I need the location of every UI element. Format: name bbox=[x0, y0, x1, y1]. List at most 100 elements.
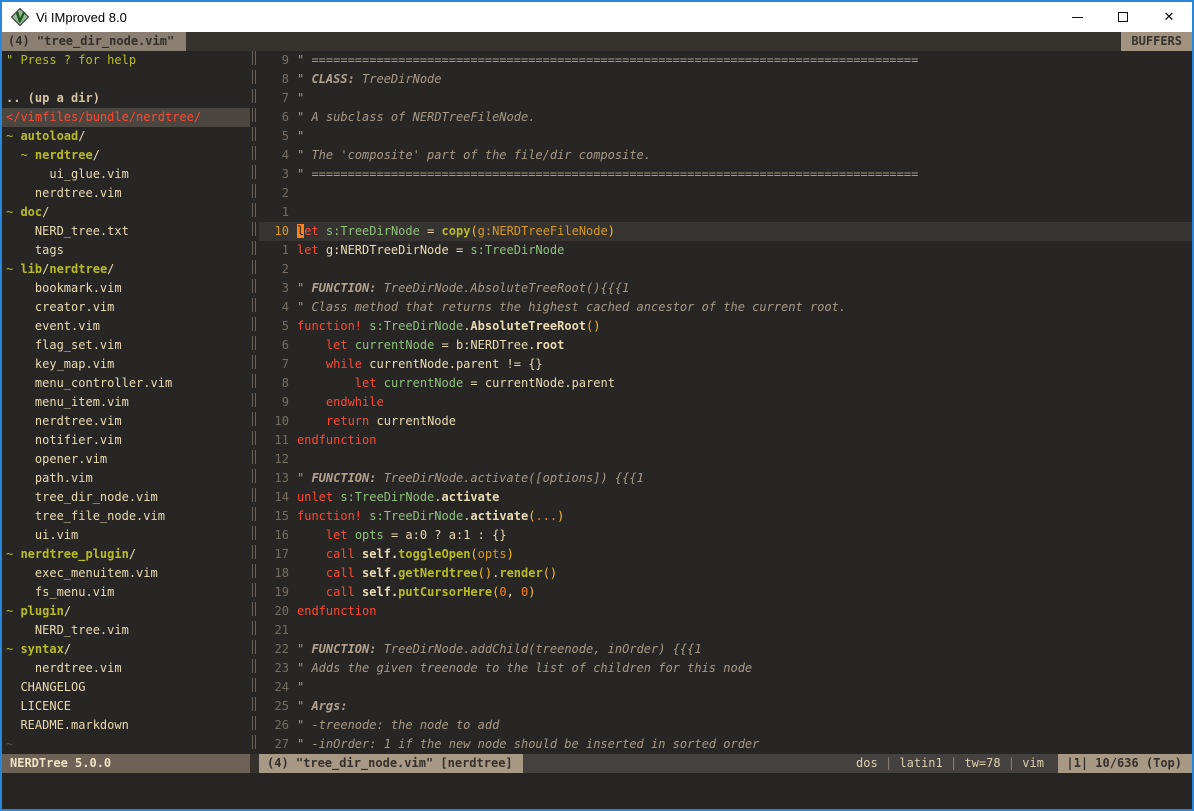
tree-item[interactable]: key_map.vim bbox=[2, 355, 250, 374]
code-line-current[interactable]: 10let s:TreeDirNode = copy(g:NERDTreeFil… bbox=[259, 222, 1192, 241]
nerdtree-sidebar[interactable]: " Press ? for help .. (up a dir)</vimfile… bbox=[2, 51, 250, 754]
code-line[interactable]: 10 return currentNode bbox=[259, 412, 1192, 431]
minimize-button[interactable] bbox=[1054, 2, 1100, 32]
code-line[interactable]: 3" =====================================… bbox=[259, 165, 1192, 184]
line-number: 7 bbox=[259, 355, 289, 374]
tree-item[interactable]: ~ autoload/ bbox=[2, 127, 250, 146]
code-line[interactable]: 7" bbox=[259, 89, 1192, 108]
code-line[interactable]: 2 bbox=[259, 260, 1192, 279]
tree-item[interactable]: flag_set.vim bbox=[2, 336, 250, 355]
command-line-area[interactable] bbox=[2, 773, 1192, 809]
code-text: function! s:TreeDirNode.AbsoluteTreeRoot… bbox=[289, 317, 600, 336]
tree-item[interactable] bbox=[2, 70, 250, 89]
title-bar[interactable]: Vi IMproved 8.0 ✕ bbox=[2, 2, 1192, 32]
code-line[interactable]: 3" FUNCTION: TreeDirNode.AbsoluteTreeRoo… bbox=[259, 279, 1192, 298]
code-text: " ======================================… bbox=[289, 165, 918, 184]
tree-item[interactable]: exec_menuitem.vim bbox=[2, 564, 250, 583]
maximize-button[interactable] bbox=[1100, 2, 1146, 32]
tree-item[interactable]: ~ lib/nerdtree/ bbox=[2, 260, 250, 279]
code-line[interactable]: 20endfunction bbox=[259, 602, 1192, 621]
tree-item[interactable]: bookmark.vim bbox=[2, 279, 250, 298]
code-line[interactable]: 1let g:NERDTreeDirNode = s:TreeDirNode bbox=[259, 241, 1192, 260]
token: doc bbox=[20, 205, 42, 219]
code-line[interactable]: 8 let currentNode = currentNode.parent bbox=[259, 374, 1192, 393]
tab-tree-dir-node[interactable]: (4) "tree_dir_node.vim" bbox=[2, 32, 186, 51]
code-line[interactable]: 25" Args: bbox=[259, 697, 1192, 716]
code-line[interactable]: 2 bbox=[259, 184, 1192, 203]
tree-item[interactable]: creator.vim bbox=[2, 298, 250, 317]
code-line[interactable]: 9" =====================================… bbox=[259, 51, 1192, 70]
tree-item[interactable]: nerdtree.vim bbox=[2, 412, 250, 431]
tree-item[interactable]: nerdtree.vim bbox=[2, 184, 250, 203]
close-button[interactable]: ✕ bbox=[1146, 2, 1192, 32]
token: " ======================================… bbox=[297, 53, 918, 67]
tree-item[interactable]: ui_glue.vim bbox=[2, 165, 250, 184]
tree-item[interactable]: ~ nerdtree/ bbox=[2, 146, 250, 165]
tree-item[interactable]: README.markdown bbox=[2, 716, 250, 735]
code-line[interactable]: 11endfunction bbox=[259, 431, 1192, 450]
code-line[interactable]: 5function! s:TreeDirNode.AbsoluteTreeRoo… bbox=[259, 317, 1192, 336]
tree-item[interactable]: CHANGELOG bbox=[2, 678, 250, 697]
tree-item[interactable]: ~ nerdtree_plugin/ bbox=[2, 545, 250, 564]
tree-root-item[interactable]: </vimfiles/bundle/nerdtree/ bbox=[2, 108, 250, 127]
code-line[interactable]: 26" -treenode: the node to add bbox=[259, 716, 1192, 735]
tree-item[interactable]: " Press ? for help bbox=[2, 51, 250, 70]
tree-item[interactable]: notifier.vim bbox=[2, 431, 250, 450]
tree-item[interactable]: fs_menu.vim bbox=[2, 583, 250, 602]
token: getNerdtree bbox=[398, 566, 477, 580]
code-line[interactable]: 12 bbox=[259, 450, 1192, 469]
code-line[interactable]: 24" bbox=[259, 678, 1192, 697]
code-line[interactable]: 15function! s:TreeDirNode.activate(...) bbox=[259, 507, 1192, 526]
vertical-split-separator[interactable] bbox=[250, 51, 259, 754]
token: ( bbox=[470, 224, 477, 238]
tree-item[interactable]: .. (up a dir) bbox=[2, 89, 250, 108]
tree-item[interactable]: LICENCE bbox=[2, 697, 250, 716]
tree-item[interactable]: path.vim bbox=[2, 469, 250, 488]
tree-item[interactable]: tree_dir_node.vim bbox=[2, 488, 250, 507]
token: / bbox=[107, 262, 114, 276]
tree-item[interactable]: ~ syntax/ bbox=[2, 640, 250, 659]
code-line[interactable]: 4" Class method that returns the highest… bbox=[259, 298, 1192, 317]
tree-item[interactable]: menu_controller.vim bbox=[2, 374, 250, 393]
tree-item[interactable]: ~ doc/ bbox=[2, 203, 250, 222]
token bbox=[297, 585, 326, 599]
tree-item[interactable]: ui.vim bbox=[2, 526, 250, 545]
tree-item[interactable]: ~ bbox=[2, 735, 250, 754]
code-line[interactable]: 27" -inOrder: 1 if the new node should b… bbox=[259, 735, 1192, 754]
code-line[interactable]: 7 while currentNode.parent != {} bbox=[259, 355, 1192, 374]
tree-item[interactable]: menu_item.vim bbox=[2, 393, 250, 412]
tree-item[interactable]: NERD_tree.txt bbox=[2, 222, 250, 241]
code-line[interactable]: 1 bbox=[259, 203, 1192, 222]
code-line[interactable]: 9 endwhile bbox=[259, 393, 1192, 412]
token bbox=[348, 338, 355, 352]
line-number: 8 bbox=[259, 374, 289, 393]
maximize-icon bbox=[1118, 12, 1128, 22]
tree-item[interactable]: opener.vim bbox=[2, 450, 250, 469]
code-line[interactable]: 8" CLASS: TreeDirNode bbox=[259, 70, 1192, 89]
code-line[interactable]: 21 bbox=[259, 621, 1192, 640]
code-line[interactable]: 16 let opts = a:0 ? a:1 : {} bbox=[259, 526, 1192, 545]
code-line[interactable]: 18 call self.getNerdtree().render() bbox=[259, 564, 1192, 583]
tree-item[interactable]: NERD_tree.vim bbox=[2, 621, 250, 640]
code-line[interactable]: 13" FUNCTION: TreeDirNode.activate([opti… bbox=[259, 469, 1192, 488]
tree-item[interactable]: tree_file_node.vim bbox=[2, 507, 250, 526]
code-line[interactable]: 6" A subclass of NERDTreeFileNode. bbox=[259, 108, 1192, 127]
code-line[interactable]: 23" Adds the given treenode to the list … bbox=[259, 659, 1192, 678]
line-number: 11 bbox=[259, 431, 289, 450]
code-line[interactable]: 6 let currentNode = b:NERDTree.root bbox=[259, 336, 1192, 355]
token: / bbox=[64, 642, 71, 656]
tree-item[interactable]: event.vim bbox=[2, 317, 250, 336]
line-number: 21 bbox=[259, 621, 289, 640]
tree-item[interactable]: nerdtree.vim bbox=[2, 659, 250, 678]
code-line[interactable]: 4" The 'composite' part of the file/dir … bbox=[259, 146, 1192, 165]
token: ~ bbox=[6, 604, 20, 618]
code-line[interactable]: 5" bbox=[259, 127, 1192, 146]
code-line[interactable]: 22" FUNCTION: TreeDirNode.addChild(treen… bbox=[259, 640, 1192, 659]
code-line[interactable]: 19 call self.putCursorHere(0, 0) bbox=[259, 583, 1192, 602]
editor-pane[interactable]: 9" =====================================… bbox=[259, 51, 1192, 754]
tree-item[interactable]: ~ plugin/ bbox=[2, 602, 250, 621]
code-line[interactable]: 17 call self.toggleOpen(opts) bbox=[259, 545, 1192, 564]
tree-item[interactable]: tags bbox=[2, 241, 250, 260]
token: FUNCTION: bbox=[311, 471, 376, 485]
code-line[interactable]: 14unlet s:TreeDirNode.activate bbox=[259, 488, 1192, 507]
